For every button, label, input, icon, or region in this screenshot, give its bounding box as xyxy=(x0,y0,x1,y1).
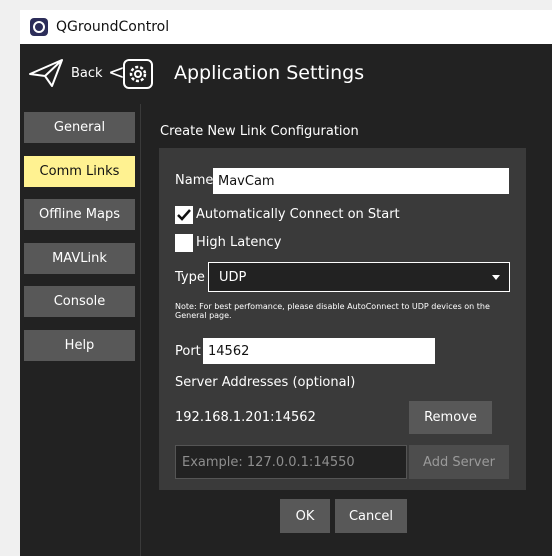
chevron-down-icon xyxy=(492,275,500,280)
high-latency-label: High Latency xyxy=(196,235,282,250)
port-label: Port xyxy=(175,344,201,359)
server-addresses-label: Server Addresses (optional) xyxy=(175,375,356,390)
autoconnect-note: Note: For best perfomance, please disabl… xyxy=(175,302,490,320)
server-address-input[interactable] xyxy=(175,445,407,479)
server-address-item: 192.168.1.201:14562 xyxy=(175,410,316,425)
sidebar-item-console[interactable]: Console xyxy=(24,286,135,317)
type-dropdown-value: UDP xyxy=(219,269,247,285)
settings-sidebar: General Comm Links Offline Maps MAVLink … xyxy=(20,104,140,556)
checkmark-icon xyxy=(177,209,191,221)
title-bar: QGroundControl xyxy=(20,10,552,44)
sidebar-item-help[interactable]: Help xyxy=(24,330,135,361)
high-latency-checkbox[interactable] xyxy=(175,234,193,252)
name-field[interactable]: MavCam xyxy=(213,168,509,194)
type-label: Type xyxy=(175,270,205,285)
section-title: Create New Link Configuration xyxy=(160,124,359,139)
sidebar-item-offline-maps[interactable]: Offline Maps xyxy=(24,199,135,230)
back-button[interactable]: Back xyxy=(71,66,103,81)
qgc-app-icon xyxy=(30,18,48,36)
sidebar-item-mavlink[interactable]: MAVLink xyxy=(24,243,135,274)
name-label: Name xyxy=(175,173,214,188)
sidebar-item-general[interactable]: General xyxy=(24,112,135,143)
app-window: Back < Application Settings General Comm… xyxy=(20,44,552,556)
port-field[interactable]: 14562 xyxy=(203,338,435,364)
page-title: Application Settings xyxy=(174,62,365,84)
auto-connect-label: Automatically Connect on Start xyxy=(196,207,400,222)
paper-plane-icon[interactable] xyxy=(28,58,66,88)
window-title: QGroundControl xyxy=(56,19,170,35)
cancel-button[interactable]: Cancel xyxy=(335,499,407,533)
add-server-button[interactable]: Add Server xyxy=(409,445,509,479)
auto-connect-checkbox[interactable] xyxy=(175,206,193,224)
link-config-panel: Name MavCam Automatically Connect on Sta… xyxy=(159,148,526,490)
remove-button[interactable]: Remove xyxy=(409,401,492,434)
sidebar-item-comm-links[interactable]: Comm Links xyxy=(24,156,135,187)
link-config-page: Create New Link Configuration Name MavCa… xyxy=(141,104,552,556)
ok-button[interactable]: OK xyxy=(280,499,330,533)
type-dropdown[interactable]: UDP xyxy=(208,262,510,292)
settings-gear-icon xyxy=(123,59,153,89)
toolbar: Back < Application Settings xyxy=(20,44,552,104)
